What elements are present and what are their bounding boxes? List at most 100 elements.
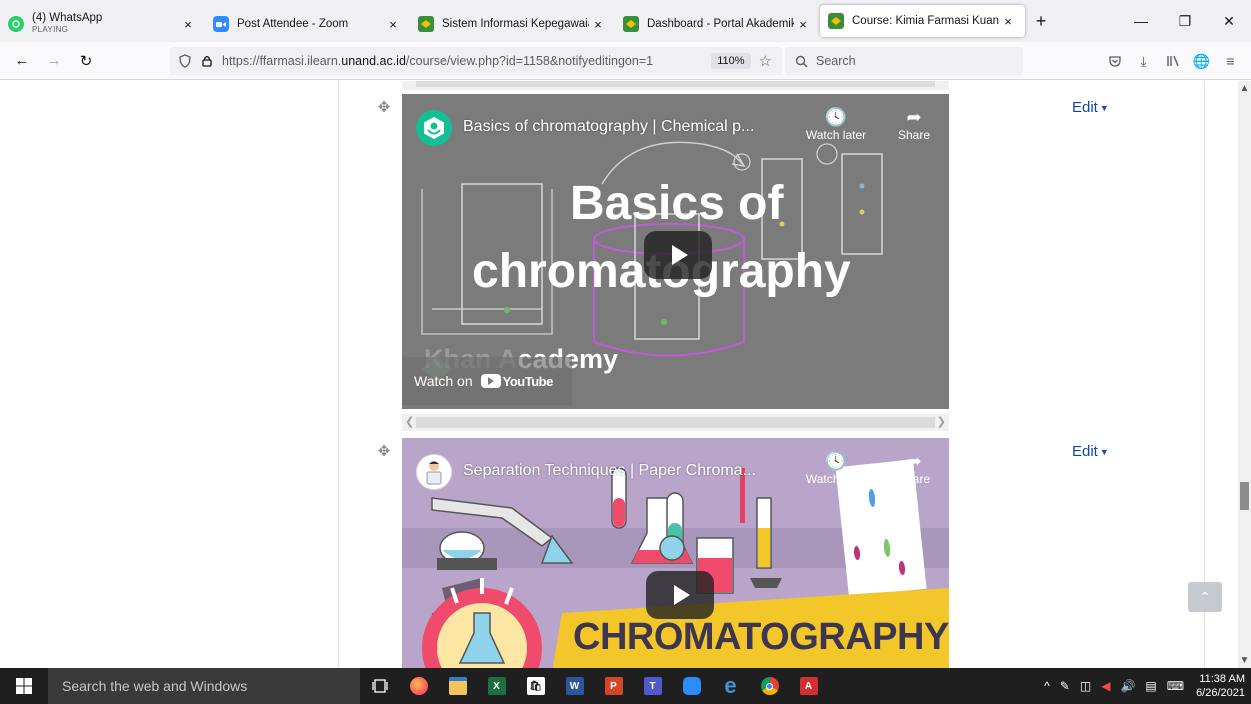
watch-later-button[interactable]: 🕓 Watch later [798,450,874,486]
zoom-indicator[interactable]: 110% [711,53,751,69]
unand-icon [418,16,434,32]
pen-icon[interactable]: ✎ [1060,679,1070,693]
search-field[interactable]: Search [785,47,1023,75]
moodle-icon [828,13,844,29]
edit-menu-link[interactable]: Edit ▼ [1072,99,1109,116]
excel-icon[interactable]: X [477,668,516,704]
zoom-app-icon[interactable] [672,668,711,704]
network-icon[interactable]: ◫ [1080,679,1091,693]
edge-icon[interactable]: e [711,668,750,704]
clock-time: 11:38 AM [1199,673,1245,685]
address-bar[interactable]: https://ffarmasi.ilearn.unand.ac.id/cour… [170,47,782,75]
bookmark-star-icon[interactable]: ☆ [759,52,772,70]
tab-whatsapp[interactable]: (4) WhatsApp PLAYING × [0,6,205,42]
play-button[interactable] [644,231,712,279]
keyboard-icon[interactable]: ⌨ [1167,679,1184,693]
navigation-bar: ← → ↻ https://ffarmasi.ilearn.unand.ac.i… [0,42,1251,80]
teams-icon[interactable]: T [633,668,672,704]
tab-close-icon[interactable]: × [179,17,197,32]
system-tray: ^ ✎ ◫ ◀ 🔊 ▤ ⌨ 11:38 AM 6/26/2021 [1034,668,1245,704]
window-controls: — ❐ ✕ [1119,0,1251,42]
course-page: ✥ Edit ▼ Basics of chromatography | Chem… [0,81,1240,668]
scrollbar-thumb[interactable] [1240,482,1249,510]
thumbnail-title-line1: Basics of [570,177,784,230]
video-embed-chromatography[interactable]: Basics of chromatography | Chemical p...… [402,94,949,409]
zoom-icon [213,16,229,32]
khan-academy-channel-icon[interactable] [416,110,452,146]
clock[interactable]: 11:38 AM 6/26/2021 [1196,672,1245,700]
powerpoint-icon[interactable]: P [594,668,633,704]
play-icon [672,245,688,265]
tab-close-icon[interactable]: × [589,17,607,32]
new-tab-button[interactable]: + [1025,5,1057,37]
tab-zoom[interactable]: Post Attendee - Zoom × [205,6,410,42]
task-view-icon[interactable] [360,668,399,704]
video-embed-separation-techniques[interactable]: Separation Techniques | Paper Chroma... … [402,438,949,668]
embed-scrollbar[interactable]: ❮ ❯ [402,414,949,431]
youtube-logo-icon: YouTube [480,374,553,389]
share-button[interactable]: ➦ Share [894,106,934,142]
watch-later-button[interactable]: 🕓 Watch later [798,106,874,142]
tab-close-icon[interactable]: × [999,14,1017,29]
embed-scrollbar-top[interactable] [402,81,949,90]
edit-menu-link[interactable]: Edit ▼ [1072,443,1109,460]
menu-icon[interactable]: ≡ [1216,47,1245,75]
clock-icon: 🕓 [824,451,848,471]
left-column-divider [338,81,339,668]
tab-course-active[interactable]: Course: Kimia Farmasi Kuantita × [820,5,1025,37]
tracking-shield-icon[interactable] [178,54,192,68]
minimize-icon[interactable]: — [1119,0,1163,42]
scroll-down-icon[interactable]: ▼ [1238,655,1251,666]
battery-icon[interactable]: ◀ [1101,679,1110,693]
tab-title: Sistem Informasi Kepegawaian | [442,18,589,30]
move-icon[interactable]: ✥ [376,100,392,116]
acrobat-icon[interactable]: A [789,668,828,704]
tab-title: Post Attendee - Zoom [237,18,349,30]
forward-icon[interactable]: → [40,47,68,75]
tab-strip: (4) WhatsApp PLAYING × Post Attendee - Zo… [0,0,1251,42]
right-column-divider [1204,81,1205,668]
chrome-icon[interactable] [750,668,789,704]
lock-icon[interactable] [200,54,214,68]
video-title[interactable]: Basics of chromatography | Chemical p... [463,118,754,136]
move-icon[interactable]: ✥ [376,444,392,460]
taskbar-search-box[interactable]: Search the web and Windows [48,668,360,704]
globe-extension-icon[interactable]: 🌐 [1187,47,1216,75]
show-hidden-icons-icon[interactable]: ^ [1044,679,1050,693]
windows-start-icon[interactable] [0,668,48,704]
tab-close-icon[interactable]: × [794,17,812,32]
tab-close-icon[interactable]: × [384,17,402,32]
firefox-icon[interactable] [399,668,438,704]
tab-portal-akademik[interactable]: Dashboard - Portal Akademik U × [615,6,820,42]
scroll-up-icon[interactable]: ▲ [1238,83,1251,94]
tab-kepegawaian[interactable]: Sistem Informasi Kepegawaian | × [410,6,615,42]
tab-title: Dashboard - Portal Akademik U [647,18,794,30]
volume-icon[interactable]: 🔊 [1120,679,1135,693]
pocket-icon[interactable] [1100,47,1129,75]
page-scrollbar[interactable]: ▲ ▼ [1238,81,1251,668]
whatsapp-icon [8,16,24,32]
back-icon[interactable]: ← [8,47,36,75]
restore-icon[interactable]: ❐ [1163,0,1207,42]
close-window-icon[interactable]: ✕ [1207,0,1251,42]
word-icon[interactable]: W [555,668,594,704]
share-button[interactable]: ➦ Share [894,450,934,486]
tab-playing-label: PLAYING [32,25,69,34]
downloads-icon[interactable]: ⤓ [1129,47,1158,75]
share-icon: ➦ [906,107,922,127]
play-button[interactable] [646,571,714,619]
toolbar-icons: ⤓ 🌐 ≡ [1100,47,1245,75]
action-center-icon[interactable]: ▤ [1145,679,1156,693]
back-to-top-button[interactable]: ⌃ [1188,582,1222,612]
library-icon[interactable] [1158,47,1187,75]
windows-taskbar: Search the web and Windows X 🛍 W P T e A… [0,668,1251,704]
url-text: https://ffarmasi.ilearn.unand.ac.id/cour… [222,54,654,68]
file-explorer-icon[interactable] [438,668,477,704]
watch-on-youtube-button[interactable]: Watch on YouTube [402,357,572,405]
store-icon[interactable]: 🛍 [516,668,555,704]
search-placeholder: Search [816,54,856,68]
channel-avatar-icon[interactable] [416,454,452,490]
reload-icon[interactable]: ↻ [72,47,100,75]
tab-title: Course: Kimia Farmasi Kuantita [852,15,999,27]
video-title[interactable]: Separation Techniques | Paper Chroma... [463,462,756,480]
